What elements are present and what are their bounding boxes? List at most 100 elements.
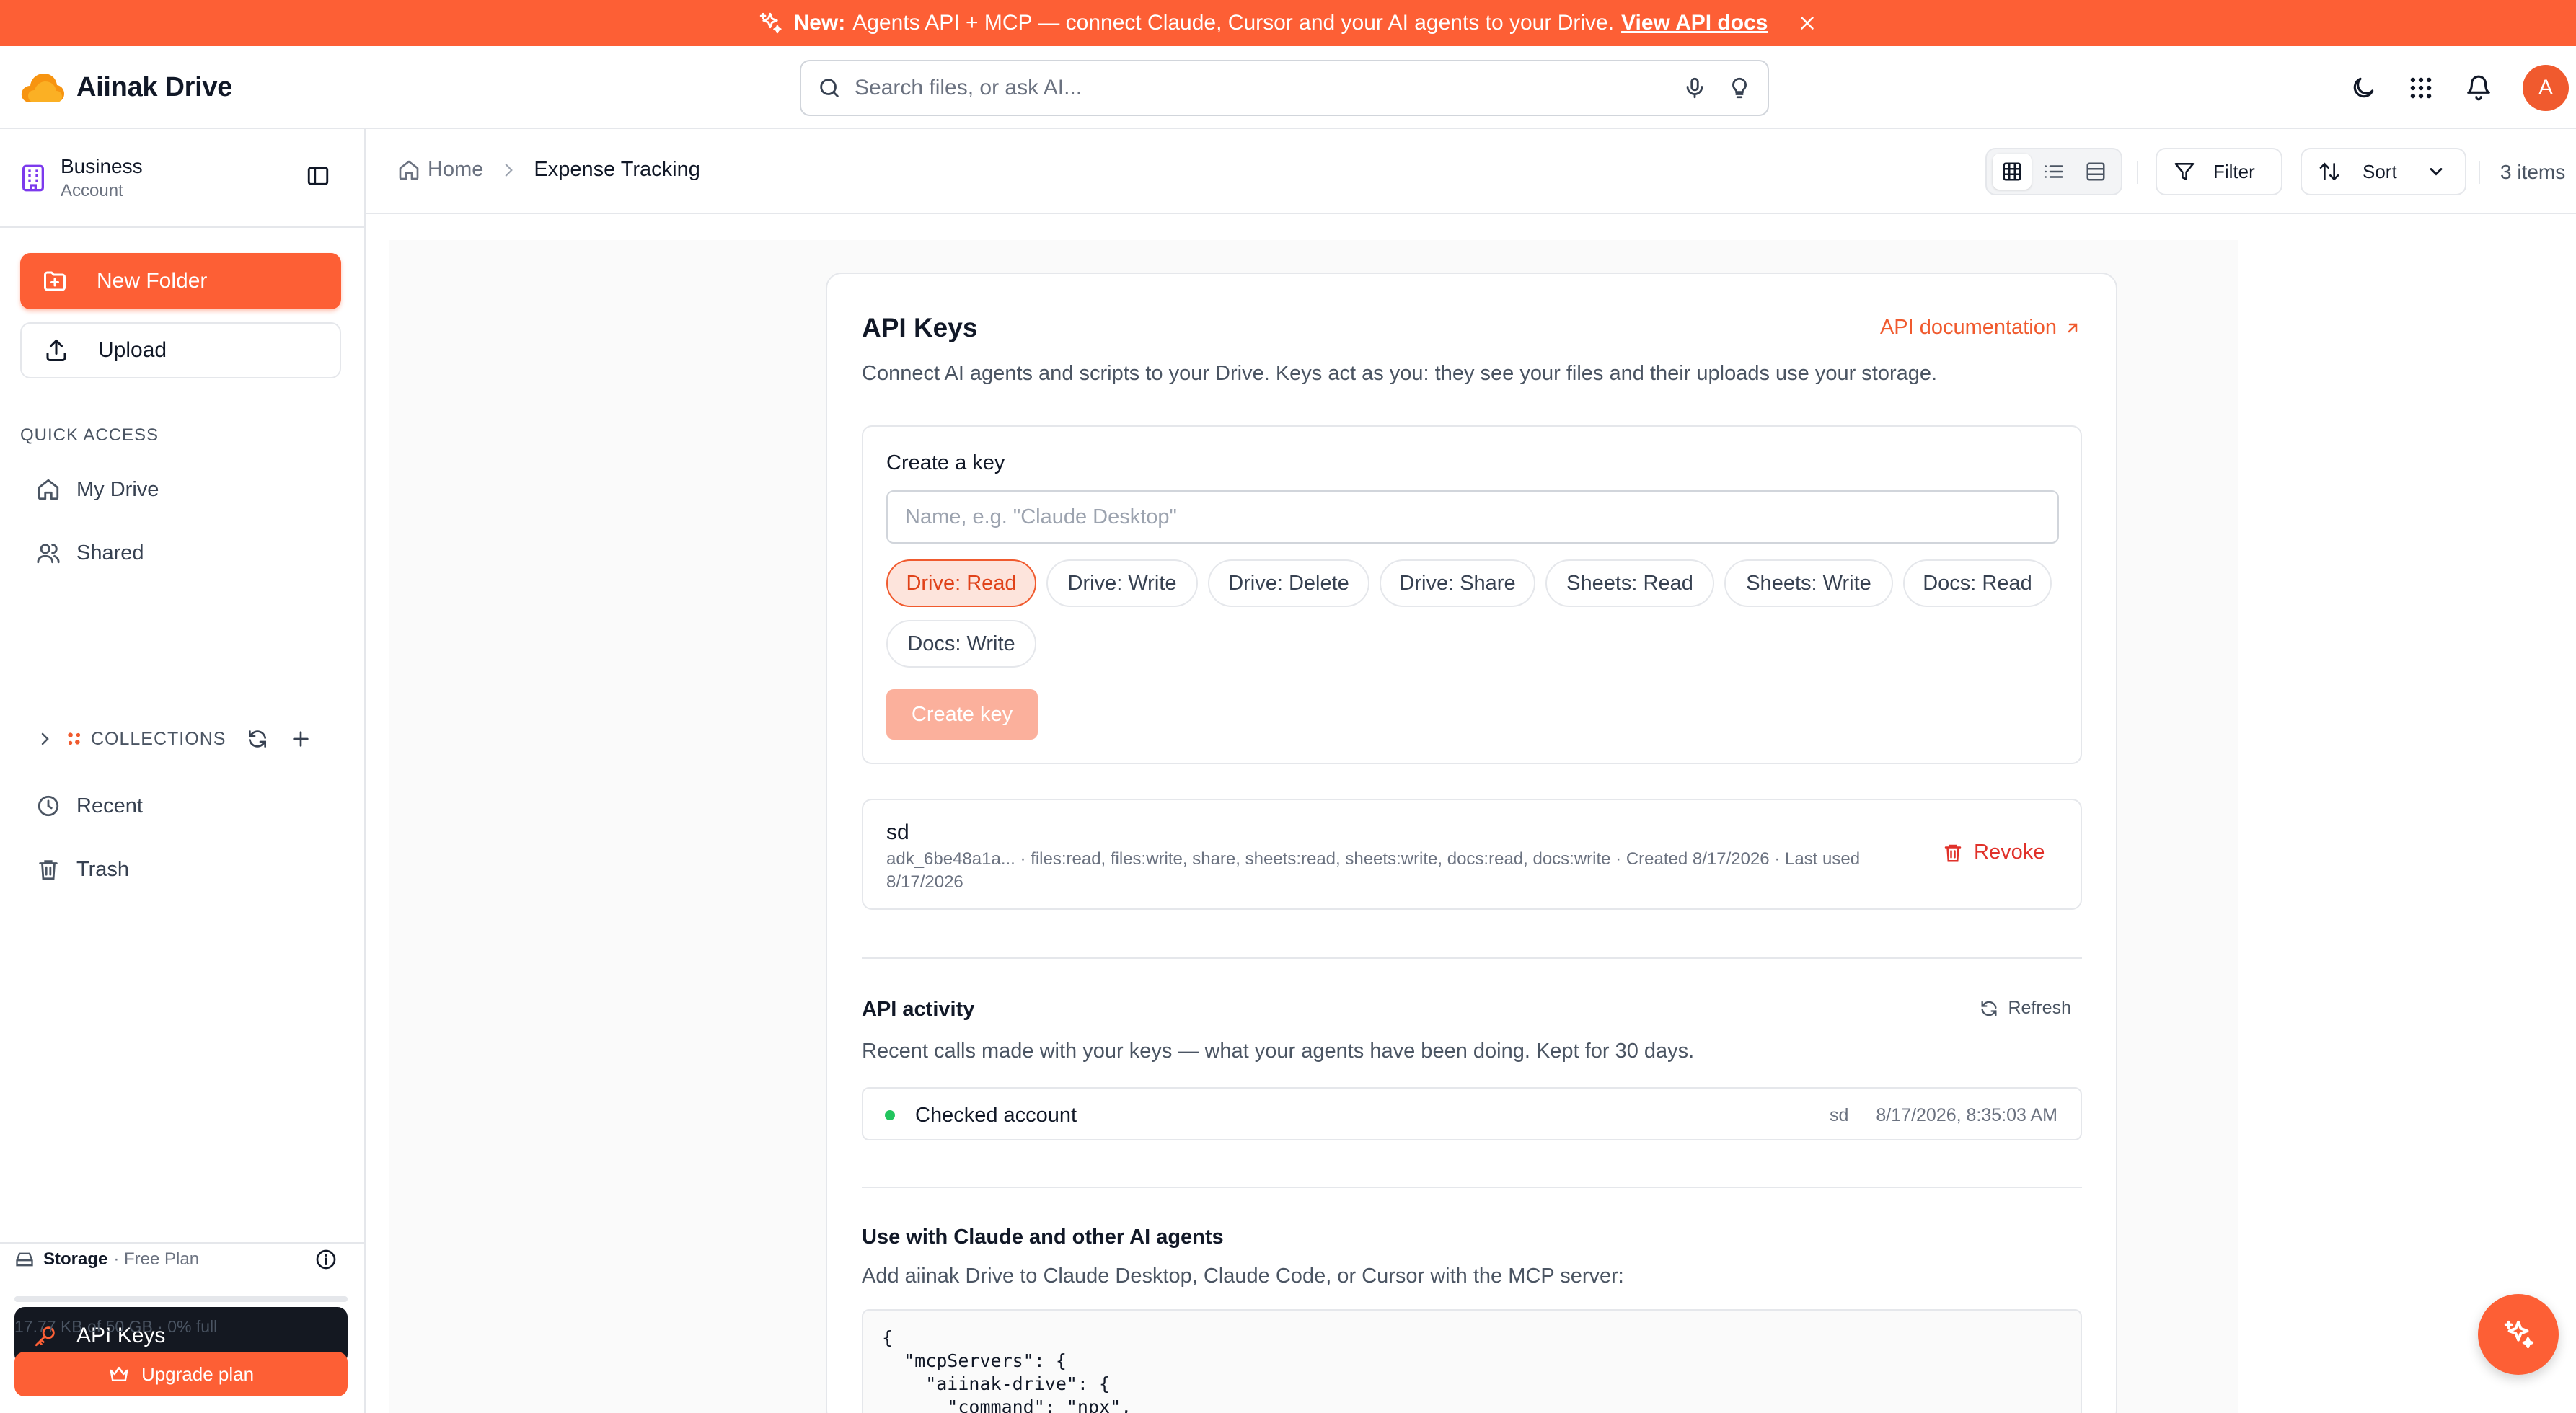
- refresh-icon[interactable]: [246, 727, 269, 750]
- scope-chip-drive-write[interactable]: Drive: Write: [1046, 559, 1198, 607]
- sort-icon: [2319, 162, 2339, 181]
- scope-chip-sheets-write[interactable]: Sheets: Write: [1724, 559, 1893, 607]
- trash-icon: [39, 860, 58, 880]
- filter-label: Filter: [2213, 160, 2255, 182]
- activity-row: Checked account sd 8/17/2026, 8:35:03 AM: [862, 1087, 2082, 1140]
- revoke-key-button[interactable]: Revoke: [1942, 841, 2045, 864]
- activity-time: 8/17/2026, 8:35:03 AM: [1876, 1105, 2057, 1125]
- building-icon: [22, 164, 44, 192]
- new-folder-button[interactable]: New Folder: [20, 253, 341, 309]
- upload-icon: [46, 340, 66, 361]
- view-mode-switcher: [1985, 148, 2122, 195]
- avatar[interactable]: A: [2523, 65, 2569, 111]
- banner-docs-link[interactable]: View API docs: [1621, 11, 1768, 35]
- sidebar-item-label: My Drive: [76, 477, 159, 501]
- home-icon: [38, 479, 59, 500]
- scope-chip-drive-share[interactable]: Drive: Share: [1380, 559, 1535, 607]
- storage-label: Storage: [43, 1249, 108, 1269]
- account-switcher[interactable]: Business Account: [20, 155, 143, 201]
- sparkle-icon: [2504, 1320, 2534, 1349]
- scope-chip-drive-read[interactable]: Drive: Read: [886, 559, 1036, 607]
- sort-label: Sort: [2363, 160, 2397, 182]
- key-name: sd: [886, 820, 909, 844]
- scope-chip-docs-read[interactable]: Docs: Read: [1903, 559, 2052, 607]
- home-icon[interactable]: [397, 159, 420, 182]
- page-title: API Keys: [862, 313, 978, 342]
- table-view-button[interactable]: [2076, 154, 2115, 190]
- new-folder-label: New Folder: [97, 269, 208, 293]
- sidebar-item-my-drive[interactable]: My Drive: [36, 477, 159, 502]
- upgrade-plan-button[interactable]: Upgrade plan: [14, 1352, 348, 1396]
- announcement-banner: New: Agents API + MCP — connect Claude, …: [0, 0, 2576, 46]
- api-key-row: sd adk_6be48a1a... · files:read, files:w…: [862, 799, 2082, 910]
- storage-progress-bar: [14, 1296, 348, 1302]
- api-documentation-link[interactable]: API documentation: [1880, 316, 2081, 340]
- scope-chip-sheets-read[interactable]: Sheets: Read: [1545, 559, 1714, 607]
- mcp-config-code[interactable]: { "mcpServers": { "aiinak-drive": { "com…: [862, 1309, 2082, 1413]
- add-collection-icon[interactable]: [289, 727, 312, 750]
- sidebar-item-label: Recent: [76, 794, 143, 818]
- quick-access-heading: QUICK ACCESS: [20, 425, 159, 445]
- revoke-label: Revoke: [1974, 841, 2045, 864]
- lightbulb-icon[interactable]: [1727, 76, 1752, 100]
- table-icon: [2086, 162, 2105, 181]
- moon-icon[interactable]: [2350, 74, 2377, 102]
- folder-plus-icon: [44, 271, 66, 291]
- sidebar-toggle-icon[interactable]: [306, 164, 330, 188]
- filter-icon: [2174, 163, 2195, 180]
- sort-dropdown[interactable]: Sort: [2301, 148, 2466, 195]
- breadcrumb-home[interactable]: Home: [428, 158, 483, 182]
- items-count: 3 items: [2500, 161, 2566, 183]
- chevron-down-icon: [2430, 168, 2443, 176]
- storage-plan: · Free Plan: [113, 1249, 200, 1269]
- sidebar-item-label: Trash: [76, 857, 130, 881]
- api-keys-description: Connect AI agents and scripts to your Dr…: [862, 362, 1938, 385]
- search-input[interactable]: [855, 76, 1662, 100]
- sidebar: Business Account New Folder Upload QUICK…: [0, 129, 366, 1413]
- cloud-logo-icon: [21, 74, 65, 102]
- chevron-right-icon[interactable]: [36, 730, 53, 748]
- filter-button[interactable]: Filter: [2156, 148, 2282, 195]
- list-view-button[interactable]: [2034, 154, 2073, 190]
- apps-grid-icon[interactable]: [2407, 74, 2435, 102]
- storage-usage-text: 17.77 KB of 50 GB · 0% full: [14, 1317, 218, 1336]
- ai-assistant-button[interactable]: [2478, 1294, 2559, 1375]
- microphone-icon[interactable]: [1682, 76, 1707, 100]
- sidebar-item-shared[interactable]: Shared: [36, 541, 144, 565]
- refresh-activity-button[interactable]: Refresh: [1979, 998, 2071, 1019]
- account-title: Business: [61, 155, 143, 177]
- sparkle-icon: [759, 12, 782, 34]
- api-keys-card: API Keys API documentation Connect AI ag…: [826, 273, 2117, 1413]
- scope-chip-drive-delete[interactable]: Drive: Delete: [1208, 559, 1369, 607]
- users-icon: [37, 544, 60, 564]
- search-bar[interactable]: [800, 60, 1769, 116]
- app-logo[interactable]: Aiinak Drive: [20, 71, 232, 104]
- sidebar-item-recent[interactable]: Recent: [36, 794, 143, 818]
- refresh-icon: [1981, 1001, 1997, 1016]
- create-key-button[interactable]: Create key: [886, 689, 1038, 740]
- trash-icon: [1944, 844, 1962, 861]
- refresh-label: Refresh: [2008, 998, 2071, 1018]
- toolbar: Home Expense Tracking Filter Sort 3 item…: [366, 129, 2576, 214]
- app-name: Aiinak Drive: [76, 71, 233, 102]
- key-name-input[interactable]: [886, 490, 2059, 544]
- mcp-description: Add aiinak Drive to Claude Desktop, Clau…: [862, 1264, 1624, 1288]
- scope-chip-docs-write[interactable]: Docs: Write: [886, 620, 1036, 668]
- list-icon: [2045, 165, 2063, 178]
- account-subtitle: Account: [61, 181, 123, 200]
- banner-text: Agents API + MCP — connect Claude, Curso…: [852, 11, 1615, 35]
- collections-section[interactable]: COLLECTIONS: [36, 727, 312, 750]
- divider: [2137, 161, 2138, 184]
- sidebar-item-trash[interactable]: Trash: [36, 857, 129, 882]
- mcp-heading: Use with Claude and other AI agents: [862, 1226, 1224, 1249]
- upgrade-label: Upgrade plan: [141, 1363, 255, 1385]
- external-link-icon: [2068, 323, 2078, 332]
- bell-icon[interactable]: [2465, 74, 2492, 102]
- grid-view-button[interactable]: [1993, 154, 2032, 190]
- close-icon[interactable]: [1796, 12, 1818, 34]
- top-bar: Aiinak Drive A: [0, 46, 2576, 129]
- chevron-right-icon: [506, 163, 513, 177]
- key-details: adk_6be48a1a... · files:read, files:writ…: [886, 849, 1861, 892]
- upload-button[interactable]: Upload: [20, 322, 341, 378]
- info-icon[interactable]: [314, 1248, 338, 1271]
